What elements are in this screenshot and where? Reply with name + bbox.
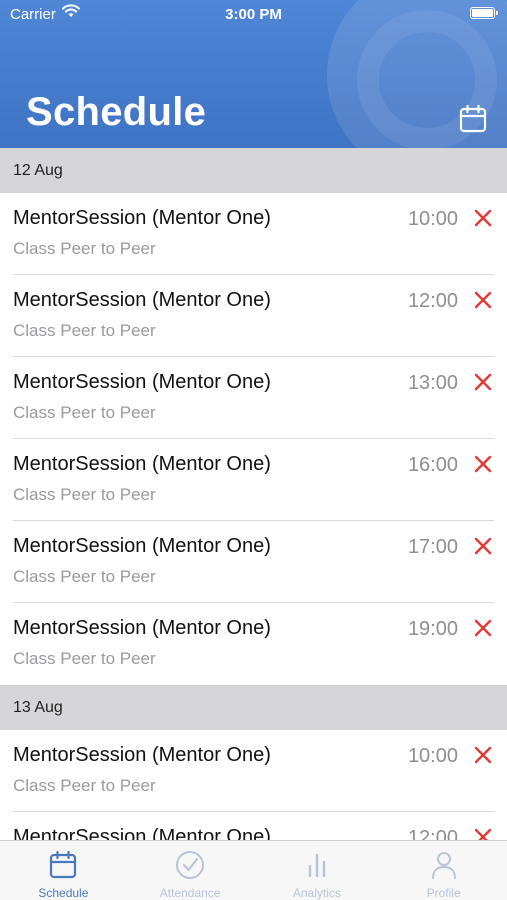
session-subtitle: Class Peer to Peer [13,776,156,795]
session-time: 12:00 [407,290,458,312]
page-title: Schedule [26,90,207,134]
bar-chart-icon [308,853,326,878]
tab-bar: Schedule Attendance Analytics Profile [0,840,507,900]
session-title: MentorSession (Mentor One) [13,535,271,557]
status-time: 3:00 PM [225,6,282,23]
delete-icon[interactable] [472,617,494,639]
session-subtitle: Class Peer to Peer [13,649,156,668]
calendar-icon [50,850,77,879]
session-title: MentorSession (Mentor One) [13,617,271,639]
tab-label: Schedule [38,886,89,900]
session-title: MentorSession (Mentor One) [13,371,271,393]
session-title: MentorSession (Mentor One) [13,744,271,766]
tab-label: Attendance [159,886,221,900]
session-subtitle: Class Peer to Peer [13,239,156,258]
session-time: 16:00 [407,454,458,476]
session-title: MentorSession (Mentor One) [13,453,271,475]
person-icon [431,852,456,879]
schedule-row[interactable]: MentorSession (Mentor One)Class Peer to … [13,812,494,840]
session-time: 19:00 [407,618,458,640]
schedule-list[interactable]: 12 Aug MentorSession (Mentor One) Class Pe… [0,148,507,840]
delete-icon[interactable] [472,453,494,475]
session-subtitle: Class Peer to Peer [13,403,156,422]
schedule-row[interactable]: MentorSession (Mentor One) Class Peer to … [13,357,494,439]
tab-label: Analytics [292,886,341,900]
schedule-row[interactable]: MentorSession (Mentor One) Class Peer to … [13,521,494,603]
session-title: MentorSession (Mentor One) [13,826,271,840]
section-header: 13 Aug [0,685,507,730]
schedule-row[interactable]: MentorSession (Mentor One) Class Peer to … [13,439,494,521]
battery-icon [470,7,498,19]
schedule-row[interactable]: MentorSession (Mentor One) Class Peer to … [13,603,494,685]
delete-icon[interactable] [472,371,494,393]
delete-icon[interactable] [472,207,494,229]
schedule-row[interactable]: MentorSession (Mentor One) Class Peer to … [13,193,494,275]
session-title: MentorSession (Mentor One) [13,289,271,311]
session-time: 13:00 [407,372,458,394]
session-title: MentorSession (Mentor One) [13,207,271,229]
delete-icon[interactable] [472,826,494,840]
session-time: 10:00 [407,208,458,230]
tab-attendance[interactable]: Attendance [127,841,254,900]
session-time: 12:00 [407,827,458,840]
delete-icon[interactable] [472,535,494,557]
schedule-row[interactable]: MentorSession (Mentor One) Class Peer to … [13,730,494,812]
header: Carrier 3:00 PM Schedule [0,0,507,148]
session-subtitle: Class Peer to Peer [13,321,156,340]
session-time: 10:00 [407,745,458,767]
calendar-icon[interactable] [459,104,487,134]
schedule-row[interactable]: MentorSession (Mentor One) Class Peer to … [13,275,494,357]
delete-icon[interactable] [472,744,494,766]
status-bar: Carrier 3:00 PM [0,0,507,28]
tab-label: Profile [426,886,461,900]
tab-profile[interactable]: Profile [380,841,507,900]
session-time: 17:00 [407,536,458,558]
section-header: 12 Aug [0,148,507,193]
check-circle-icon [176,851,205,879]
session-subtitle: Class Peer to Peer [13,567,156,586]
session-subtitle: Class Peer to Peer [13,485,156,504]
tab-schedule[interactable]: Schedule [0,841,127,900]
tab-analytics[interactable]: Analytics [254,841,381,900]
delete-icon[interactable] [472,289,494,311]
